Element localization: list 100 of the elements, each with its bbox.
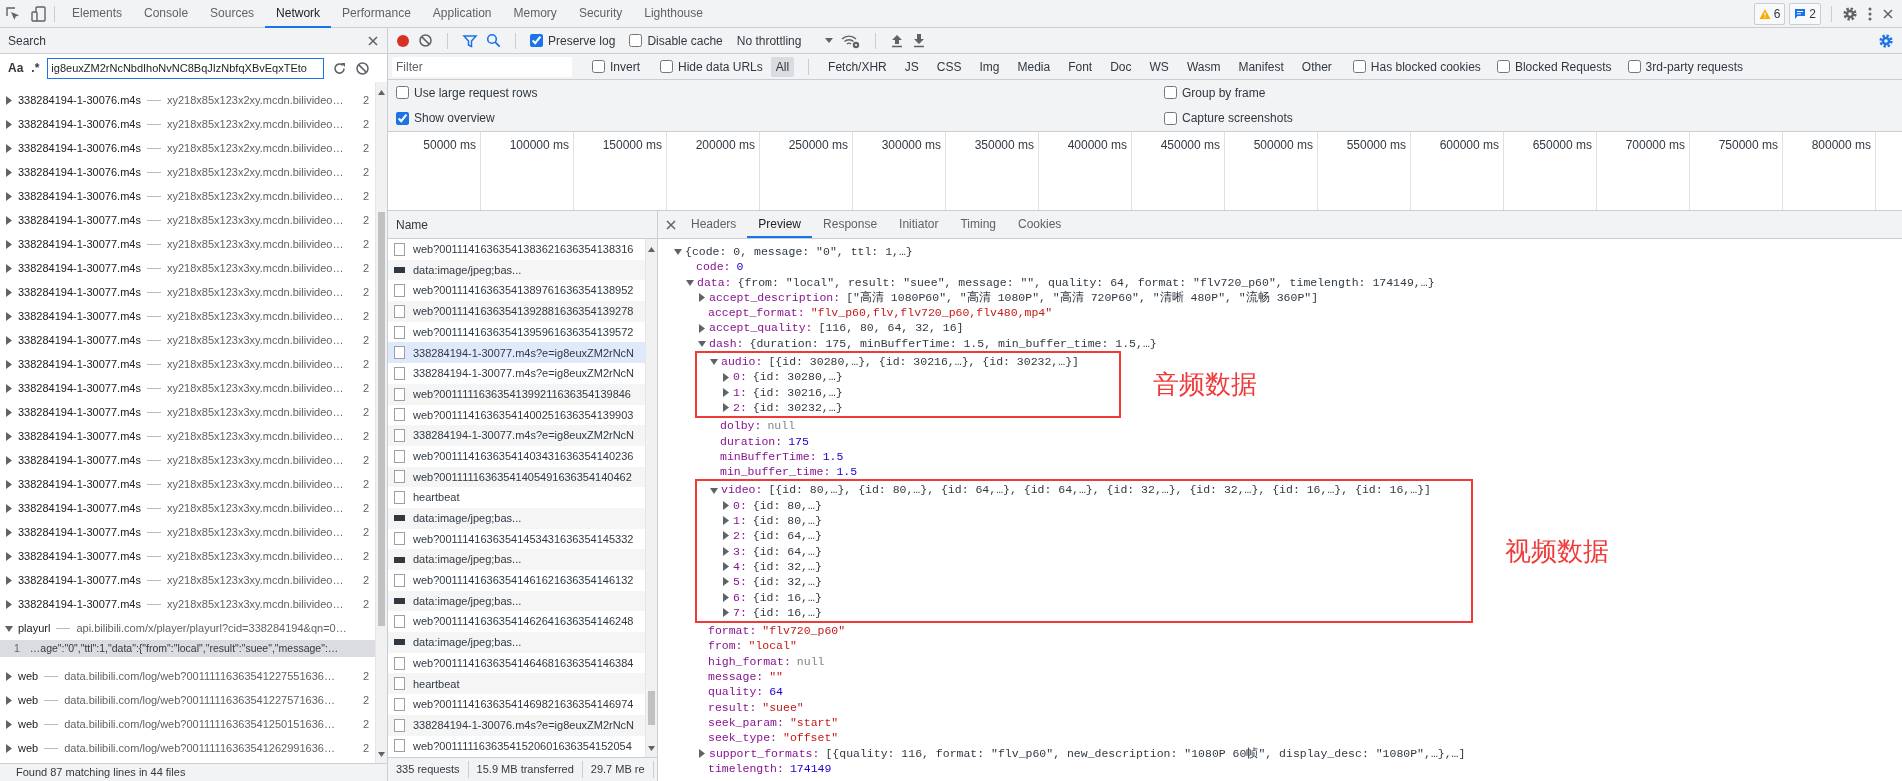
result-file-name[interactable]: 338284194-1-30077.m4s [18, 475, 141, 493]
expand-arrow-icon[interactable] [722, 546, 731, 556]
expand-arrow-icon[interactable] [698, 748, 707, 758]
collapse-arrow-icon[interactable] [710, 485, 719, 495]
device-icon[interactable] [30, 4, 48, 23]
clear-icon[interactable] [418, 33, 433, 48]
settings-icon[interactable] [1878, 32, 1894, 49]
expand-arrow-icon[interactable] [722, 531, 731, 541]
upload-icon[interactable] [890, 33, 905, 48]
result-file-name[interactable]: 338284194-1-30077.m4s [18, 571, 141, 589]
type-filter-button[interactable]: CSS [931, 56, 967, 77]
panel-tab[interactable]: Performance [331, 0, 422, 28]
expand-arrow-icon[interactable] [5, 263, 14, 273]
option-checkbox[interactable] [530, 34, 543, 47]
setting-checkbox[interactable] [396, 86, 409, 100]
request-row[interactable]: web?00111416363541395961636354139572 [388, 321, 645, 343]
result-file-name[interactable]: 338284194-1-30076.m4s [18, 187, 141, 205]
result-file-name[interactable]: 338284194-1-30076.m4s [18, 115, 141, 133]
result-file-name[interactable]: 338284194-1-30077.m4s [18, 235, 141, 253]
result-file-name[interactable]: 338284194-1-30077.m4s [18, 523, 141, 541]
expand-arrow-icon[interactable] [5, 503, 14, 513]
name-column-header[interactable]: Name [396, 215, 428, 234]
setting-checkbox[interactable] [396, 111, 409, 125]
collapse-arrow-icon[interactable] [674, 247, 683, 257]
type-filter-button[interactable]: Wasm [1181, 56, 1226, 77]
close-icon[interactable] [666, 219, 676, 230]
expand-arrow-icon[interactable] [722, 592, 731, 602]
request-row[interactable]: heartbeat [388, 487, 645, 508]
panel-tab[interactable]: Elements [61, 0, 134, 28]
details-tab[interactable]: Headers [680, 211, 748, 238]
details-tab[interactable]: Response [812, 211, 889, 238]
details-tab[interactable]: Initiator [888, 211, 950, 238]
expand-arrow-icon[interactable] [722, 577, 731, 587]
scrollbar[interactable] [375, 82, 387, 763]
messages-badge[interactable]: 2 [1789, 2, 1821, 25]
filter-icon[interactable] [462, 32, 478, 49]
expand-arrow-icon[interactable] [5, 407, 14, 417]
scrollbar-thumb[interactable] [648, 691, 655, 725]
expand-arrow-icon[interactable] [5, 287, 14, 297]
close-icon[interactable] [367, 34, 379, 47]
result-file-name[interactable]: 338284194-1-30077.m4s [18, 427, 141, 445]
result-file-name[interactable]: 338284194-1-30077.m4s [18, 355, 141, 373]
panel-tab[interactable]: Console [133, 0, 200, 28]
request-row[interactable]: data:image/jpeg;bas... [388, 507, 645, 529]
option-checkbox[interactable] [1496, 60, 1510, 73]
request-row[interactable]: 338284194-1-30076.m4s?e=ig8euxZM2rNcN [388, 714, 645, 736]
option-checkbox[interactable] [629, 34, 643, 47]
request-row[interactable]: web?00111416363541464681636354146384 [388, 652, 645, 674]
result-file-name[interactable]: 338284194-1-30077.m4s [18, 283, 141, 301]
type-filter-button[interactable]: WS [1144, 56, 1174, 77]
request-row[interactable]: data:image/jpeg;bas... [388, 632, 645, 653]
settings-icon[interactable] [1842, 5, 1858, 22]
scrollbar-thumb[interactable] [378, 212, 385, 626]
panel-tab[interactable]: Sources [199, 0, 266, 28]
expand-arrow-icon[interactable] [5, 743, 14, 753]
expand-arrow-icon[interactable] [722, 607, 731, 617]
expand-arrow-icon[interactable] [5, 671, 14, 681]
expand-arrow-icon[interactable] [5, 695, 14, 705]
close-icon[interactable] [1882, 7, 1894, 20]
collapse-arrow-icon[interactable] [698, 338, 707, 348]
expand-arrow-icon[interactable] [698, 293, 707, 303]
type-filter-button[interactable]: Doc [1105, 56, 1137, 77]
expand-arrow-icon[interactable] [722, 516, 731, 526]
match-case-toggle[interactable]: Aa [8, 59, 24, 77]
result-file-name[interactable]: web [18, 715, 39, 733]
expand-arrow-icon[interactable] [5, 335, 14, 345]
expand-arrow-icon[interactable] [5, 359, 14, 369]
collapse-arrow-icon[interactable] [5, 623, 14, 633]
request-row[interactable]: web?00111416363541383621636354138316 [388, 239, 645, 260]
result-file-name[interactable]: 338284194-1-30077.m4s [18, 211, 141, 229]
request-row[interactable]: 338284194-1-30077.m4s?e=ig8euxZM2rNcN [388, 425, 645, 446]
request-row[interactable]: web?00111416363541389761636354138952 [388, 280, 645, 302]
setting-checkbox[interactable] [1164, 86, 1177, 100]
request-row[interactable]: heartbeat [388, 673, 645, 695]
result-file-name[interactable]: 338284194-1-30076.m4s [18, 139, 141, 157]
request-row[interactable]: web?00111416363541400251636354139903 [388, 404, 645, 426]
scrollbar[interactable] [645, 239, 657, 757]
type-filter-button[interactable]: Media [1012, 56, 1056, 77]
expand-arrow-icon[interactable] [5, 119, 14, 129]
expand-arrow-icon[interactable] [5, 719, 14, 729]
result-file-name[interactable]: 338284194-1-30077.m4s [18, 379, 141, 397]
expand-arrow-icon[interactable] [5, 455, 14, 465]
search-field[interactable]: ig8euxZM2rNcNbdIhoNvNC8BqJIzNbfqXBvEqxTEto [47, 57, 325, 79]
details-tab[interactable]: Preview [747, 211, 813, 238]
request-row[interactable]: data:image/jpeg;bas... [388, 259, 645, 281]
type-filter-button[interactable]: All [770, 56, 795, 77]
expand-arrow-icon[interactable] [722, 500, 731, 510]
expand-arrow-icon[interactable] [5, 167, 14, 177]
panel-tab[interactable]: Memory [502, 0, 568, 28]
result-file-name[interactable]: 338284194-1-30077.m4s [18, 403, 141, 421]
option-checkbox[interactable] [660, 60, 673, 73]
type-filter-button[interactable]: Img [974, 56, 1005, 77]
request-row[interactable]: web?00111416363541392881636354139278 [388, 301, 645, 322]
expand-arrow-icon[interactable] [722, 562, 731, 572]
expand-arrow-icon[interactable] [5, 383, 14, 393]
expand-arrow-icon[interactable] [5, 431, 14, 441]
request-row[interactable]: web?00111116363541405491636354140462 [388, 466, 645, 488]
request-row[interactable]: web?00111116363541399211636354139846 [388, 383, 645, 405]
type-filter-button[interactable]: JS [899, 56, 924, 77]
expand-arrow-icon[interactable] [5, 95, 14, 105]
